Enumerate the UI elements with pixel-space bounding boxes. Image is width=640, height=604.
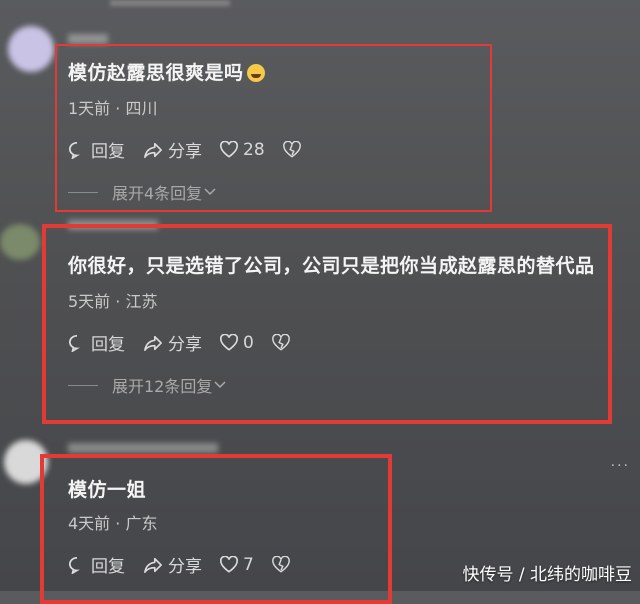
comment-meta: 1天前 · 四川 (68, 99, 158, 118)
expand-replies-button[interactable]: 展开4条回复 (68, 180, 478, 204)
share-arrow-icon (144, 142, 162, 158)
share-arrow-icon (144, 557, 162, 573)
avatar[interactable] (0, 224, 40, 260)
watermark: 快传号 / 北纬的咖啡豆 (462, 565, 632, 585)
broken-heart-icon (271, 556, 290, 573)
comment-text: 你很好，只是选错了公司，公司只是把你当成赵露思的替代品 (68, 255, 595, 277)
divider-line (68, 384, 98, 386)
comment-meta: 5天前 · 江苏 (68, 292, 158, 311)
username-blurred[interactable] (68, 443, 218, 453)
comment-2: 你很好，只是选错了公司，公司只是把你当成赵露思的替代品 5天前 · 江苏 回复 … (68, 251, 608, 397)
like-button[interactable]: 0 (220, 333, 254, 353)
dislike-button[interactable] (271, 556, 290, 573)
speech-bubble-icon (69, 334, 80, 352)
share-button[interactable]: 分享 (143, 330, 202, 355)
comment-actions: 回复 分享 0 (68, 330, 608, 355)
share-button[interactable]: 分享 (143, 137, 202, 162)
heart-icon (220, 141, 238, 158)
chevron-down-icon (214, 381, 226, 389)
reply-button[interactable]: 回复 (68, 552, 125, 577)
comment-meta: 4天前 · 广东 (68, 514, 158, 533)
broken-heart-icon (282, 141, 301, 158)
speech-bubble-icon (69, 556, 80, 574)
username-blurred[interactable] (68, 220, 158, 230)
like-button[interactable]: 28 (220, 140, 265, 160)
comment-actions: 回复 分享 7 (68, 552, 388, 577)
comment-3: 模仿一姐 4天前 · 广东 回复 分享 7 (68, 475, 388, 577)
chevron-down-icon (204, 188, 216, 196)
avatar[interactable] (8, 26, 54, 72)
username-blurred[interactable] (68, 34, 108, 44)
comment-actions: 回复 分享 28 (68, 137, 478, 162)
dislike-button[interactable] (282, 141, 301, 158)
heart-icon (220, 334, 238, 351)
share-button[interactable]: 分享 (143, 552, 202, 577)
avatar[interactable] (4, 440, 48, 484)
like-button[interactable]: 7 (220, 555, 254, 575)
comment-text: 模仿一姐 (68, 479, 147, 501)
comment-text: 模仿赵露思很爽是吗 (68, 58, 478, 89)
heart-icon (220, 556, 238, 573)
dislike-button[interactable] (271, 334, 290, 351)
rolling-laughing-face-emoji-icon (246, 64, 265, 82)
previous-reply-fade (110, 0, 230, 6)
share-arrow-icon (144, 335, 162, 351)
reply-button[interactable]: 回复 (68, 330, 125, 355)
speech-bubble-icon (69, 141, 80, 159)
expand-replies-button[interactable]: 展开12条回复 (68, 373, 608, 397)
reply-button[interactable]: 回复 (68, 137, 125, 162)
more-options-icon[interactable]: ··· (611, 458, 630, 474)
broken-heart-icon (271, 334, 290, 351)
comment-1: 模仿赵露思很爽是吗 1天前 · 四川 回复 分享 28 展开4条回复 (68, 58, 478, 204)
divider-line (68, 191, 98, 193)
